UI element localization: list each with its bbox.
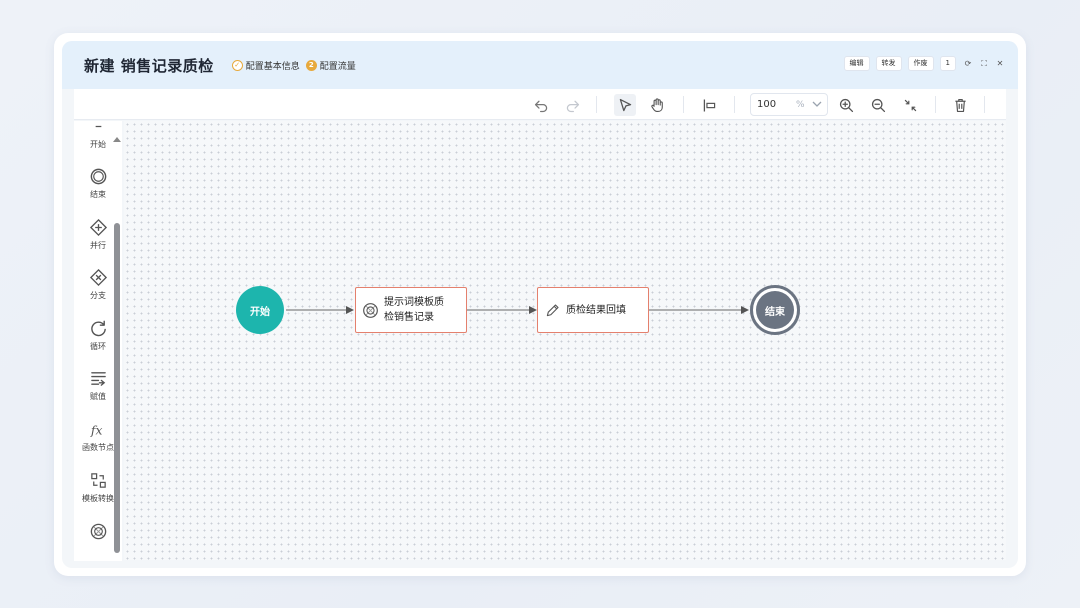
loop-icon [90,320,106,337]
forward-button[interactable]: 转发 [875,56,902,71]
llm-model-icon [363,302,378,318]
count-button[interactable]: 1 [939,56,956,71]
toolbar-divider [984,96,985,113]
align-icon[interactable] [698,94,720,116]
function-icon: fx [89,423,102,437]
flow-node-prompt-template[interactable]: 提示词模板质 检销售记录 [355,287,467,333]
edit-button[interactable]: 编辑 [843,56,870,71]
canvas-toolbar: 100 % [74,89,1006,120]
maximize-icon[interactable]: ⛶ [980,59,988,69]
hand-pan-icon[interactable] [646,94,668,116]
palette-item-end[interactable]: 结束 [74,167,122,200]
zoom-select[interactable]: 100 % [750,93,828,116]
zoom-in-icon[interactable] [835,94,857,116]
zoom-unit: % [796,99,805,110]
end-circle-icon [90,168,106,185]
editor-inner: 新建 销售记录质检 ✓ 配置基本信息 2 配置流量 编辑 转发 作废 1 ⟳ ⛶… [62,41,1018,568]
undo-icon[interactable] [530,94,552,116]
step-indicator: ✓ 配置基本信息 2 配置流量 [231,59,362,72]
flow-canvas[interactable]: 开始 提示词模板质 检销售记录 质检结果回填 结束 [124,121,1006,560]
sidebar-scrollbar[interactable] [114,223,120,553]
end-node-core: 结束 [756,291,794,329]
zoom-value: 100 [757,99,777,110]
toolbar-divider [935,96,936,113]
pencil-icon [546,303,559,316]
node-label-line1: 提示词模板质 [384,297,444,308]
flow-node-start[interactable]: 开始 [236,286,284,334]
zoom-out-icon[interactable] [867,94,889,116]
flow-node-result-fill[interactable]: 质检结果回填 [537,287,649,333]
step-label: 配置流量 [319,61,356,72]
node-label-line2: 检销售记录 [384,312,434,323]
title-actions: 编辑 转发 作废 1 ⟳ ⛶ ✕ [838,56,1004,71]
flow-edges [286,306,749,314]
branch-gateway-icon [89,268,107,287]
flow-node-end[interactable]: 结束 [750,285,800,335]
node-label: 结束 [765,306,785,318]
toolbar-divider [734,96,735,113]
svg-text:fx: fx [89,423,102,437]
palette-item-label: 结束 [90,190,106,199]
template-convert-icon [90,473,106,488]
title-bar: 新建 销售记录质检 ✓ 配置基本信息 2 配置流量 编辑 转发 作废 1 ⟳ ⛶… [62,41,1018,89]
assign-icon [90,372,106,386]
toolbar-divider [596,96,597,113]
palette-item-start[interactable]: 开始 [74,121,122,150]
select-pointer-icon[interactable] [614,94,636,116]
parallel-gateway-icon [89,218,107,237]
page-title: 新建 销售记录质检 [84,56,214,75]
close-icon[interactable]: ✕ [996,59,1004,68]
refresh-icon[interactable]: ⟳ [964,59,972,68]
llm-model-icon [90,523,106,540]
redo-icon[interactable] [561,94,583,116]
step-config-flow[interactable]: 2 配置流量 [305,59,356,72]
delete-icon[interactable] [949,94,971,116]
step-label: 配置基本信息 [245,61,300,72]
editor-window: 新建 销售记录质检 ✓ 配置基本信息 2 配置流量 编辑 转发 作废 1 ⟳ ⛶… [54,33,1026,576]
chevron-down-icon [812,101,822,107]
fit-view-icon[interactable] [899,94,921,116]
toolbar-divider [683,96,684,113]
step-basic-info[interactable]: ✓ 配置基本信息 [231,59,300,72]
void-button[interactable]: 作废 [907,56,934,71]
check-icon: ✓ [231,59,243,71]
node-label: 开始 [250,306,270,318]
step-number-icon: 2 [305,59,317,71]
scroll-up-arrow[interactable] [113,137,121,142]
node-label: 质检结果回填 [566,304,626,316]
start-icon [95,125,101,128]
